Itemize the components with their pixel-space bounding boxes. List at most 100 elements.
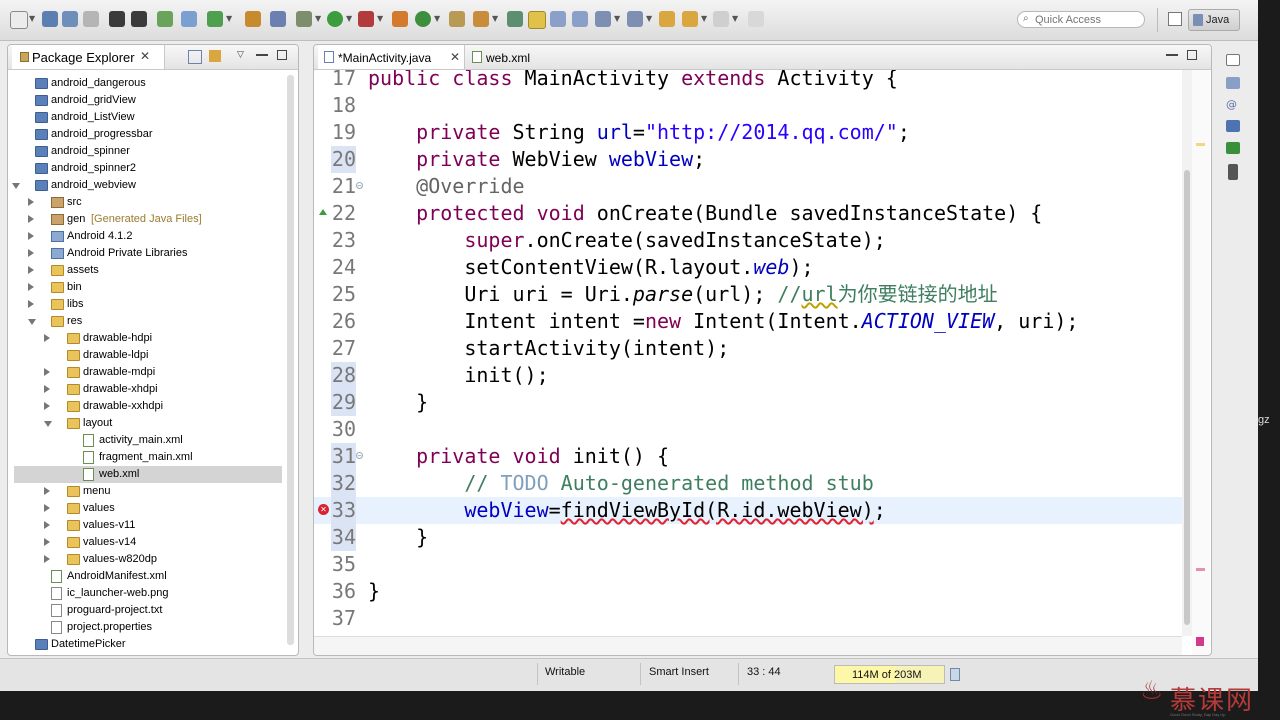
new-android-project-icon[interactable] (245, 11, 261, 27)
restore-icon[interactable] (1226, 54, 1240, 66)
code-line[interactable]: 27 startActivity(intent); (314, 335, 1182, 362)
print-icon[interactable] (83, 11, 99, 27)
fold-toggle-icon[interactable]: − (356, 452, 363, 460)
tree-item[interactable]: values-v11 (8, 517, 286, 534)
code-line[interactable]: 32 // TODO Auto-generated method stub (314, 470, 1182, 497)
collapsed-twisty-icon[interactable] (28, 300, 34, 308)
search-icon[interactable] (473, 11, 489, 27)
device-icon[interactable] (1228, 164, 1238, 180)
next-annotation-dropdown-icon[interactable]: ▼ (614, 14, 620, 23)
tree-item[interactable]: drawable-xhdpi (8, 381, 286, 398)
view-menu-icon[interactable]: ▽ (237, 50, 249, 62)
tree-item[interactable]: assets (8, 262, 286, 279)
collapse-all-icon[interactable] (188, 50, 202, 64)
maximize-icon[interactable] (1187, 50, 1197, 60)
close-icon[interactable]: ✕ (140, 49, 150, 63)
code-line[interactable]: 35 (314, 551, 1182, 578)
code-line[interactable]: 21− @Override (314, 173, 1182, 200)
pin-editor-icon[interactable] (748, 11, 764, 27)
overview-ruler[interactable] (1192, 70, 1210, 655)
code-line[interactable]: 23 super.onCreate(savedInstanceState); (314, 227, 1182, 254)
block-selection-icon[interactable] (550, 11, 566, 27)
tab-mainactivity-java[interactable]: *MainActivity.java ✕ (318, 45, 465, 69)
new-java-class-icon[interactable] (415, 11, 431, 27)
collapsed-twisty-icon[interactable] (28, 215, 34, 223)
show-whitespace-icon[interactable] (572, 11, 588, 27)
scroll-thumb[interactable] (1184, 170, 1190, 625)
tree-item[interactable]: fragment_main.xml (8, 449, 286, 466)
debug-dropdown-icon[interactable]: ▼ (315, 14, 321, 23)
mark-occurrences-icon[interactable] (528, 11, 546, 29)
tree-item[interactable]: android_gridView (8, 92, 286, 109)
tree-item[interactable]: values (8, 500, 286, 517)
outline-icon[interactable] (1226, 77, 1240, 89)
tree-item[interactable]: res (8, 313, 286, 330)
tree-item[interactable]: android_spinner2 (8, 160, 286, 177)
editor-vertical-scrollbar[interactable] (1182, 70, 1192, 636)
collapsed-twisty-icon[interactable] (44, 334, 50, 342)
collapsed-twisty-icon[interactable] (28, 266, 34, 274)
tree-item[interactable]: DatetimePicker (8, 636, 286, 653)
tree-item[interactable]: Android Private Libraries (8, 245, 286, 262)
tree-item[interactable]: android_progressbar (8, 126, 286, 143)
collapsed-twisty-icon[interactable] (28, 249, 34, 257)
collapsed-twisty-icon[interactable] (44, 487, 50, 495)
tree-item[interactable]: activity_main.xml (8, 432, 286, 449)
previous-annotation-dropdown-icon[interactable]: ▼ (646, 14, 652, 23)
new-dropdown-icon[interactable]: ▼ (29, 14, 35, 23)
code-line[interactable]: 19 private String url="http://2014.qq.co… (314, 119, 1182, 146)
trash-icon[interactable] (948, 665, 962, 683)
javadoc-icon[interactable]: @ (1226, 98, 1240, 111)
code-line[interactable]: 20 private WebView webView; (314, 146, 1182, 173)
tree-item[interactable]: proguard-project.txt (8, 602, 286, 619)
code-line[interactable]: 37 (314, 605, 1182, 630)
import-icon[interactable] (131, 11, 147, 27)
back-icon[interactable] (682, 11, 698, 27)
search-dropdown-icon[interactable]: ▼ (492, 14, 498, 23)
tree-item[interactable]: drawable-mdpi (8, 364, 286, 381)
package-explorer-tab[interactable]: Package Explorer ✕ (12, 45, 165, 69)
tree-item[interactable]: src (8, 194, 286, 211)
tree-item[interactable]: android_ListView (8, 109, 286, 126)
code-line[interactable]: 33 ✕ webView=findViewById(R.id.webView); (314, 497, 1182, 524)
skip-breakpoints-icon[interactable] (270, 11, 286, 27)
external-tools-dropdown-icon[interactable]: ▼ (377, 14, 383, 23)
code-line[interactable]: 17 public class MainActivity extends Acti… (314, 70, 1182, 92)
open-type-icon[interactable] (449, 11, 465, 27)
collapsed-twisty-icon[interactable] (28, 232, 34, 240)
tab-web-xml[interactable]: web.xml (466, 45, 556, 69)
tree-item[interactable]: libs (8, 296, 286, 313)
error-marker[interactable] (1196, 568, 1205, 571)
maximize-icon[interactable] (277, 50, 287, 60)
back-dropdown-icon[interactable]: ▼ (701, 14, 707, 23)
debug-icon[interactable] (296, 11, 312, 27)
link-with-editor-icon[interactable] (209, 50, 221, 62)
tree-item[interactable]: drawable-hdpi (8, 330, 286, 347)
console-icon[interactable] (1226, 142, 1240, 154)
code-line[interactable]: 18 (314, 92, 1182, 119)
lint-dropdown-icon[interactable]: ▼ (226, 14, 232, 23)
warning-marker[interactable] (1196, 143, 1205, 146)
quick-access-field[interactable]: ⌕ (1017, 11, 1145, 28)
close-icon[interactable]: ✕ (450, 50, 460, 64)
external-tools-icon[interactable] (358, 11, 374, 27)
tree-item[interactable]: drawable-ldpi (8, 347, 286, 364)
tree-scrollbar[interactable] (287, 75, 294, 645)
collapsed-twisty-icon[interactable] (44, 504, 50, 512)
heap-status[interactable]: 114M of 203M (834, 665, 945, 684)
tree-item[interactable]: project.properties (8, 619, 286, 636)
collapsed-twisty-icon[interactable] (44, 402, 50, 410)
collapsed-twisty-icon[interactable] (44, 555, 50, 563)
tree-item[interactable]: android_spinner (8, 143, 286, 160)
tree-item[interactable]: bin (8, 279, 286, 296)
code-line[interactable]: 26 Intent intent =new Intent(Intent.ACTI… (314, 308, 1182, 335)
code-editor[interactable]: 17 public class MainActivity extends Acti… (314, 70, 1182, 630)
code-line[interactable]: 31− private void init() { (314, 443, 1182, 470)
code-line[interactable]: 30 (314, 416, 1182, 443)
new-icon[interactable] (10, 11, 28, 29)
forward-dropdown-icon[interactable]: ▼ (732, 14, 738, 23)
java-perspective-button[interactable]: Java (1188, 9, 1240, 31)
code-line[interactable]: 28 init(); (314, 362, 1182, 389)
open-perspective-icon[interactable] (1168, 12, 1182, 26)
next-annotation-icon[interactable] (595, 11, 611, 27)
